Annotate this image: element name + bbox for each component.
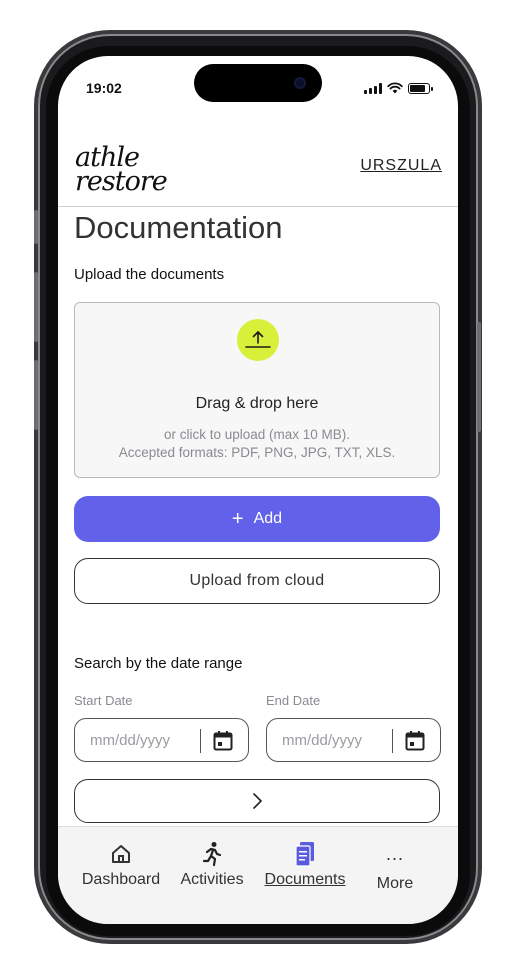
tab-activities-label: Activities bbox=[180, 871, 244, 888]
end-date-placeholder: mm/dd/yyyy bbox=[282, 732, 363, 749]
date-field-divider bbox=[200, 729, 201, 753]
tab-more[interactable]: ... More bbox=[370, 841, 420, 893]
tab-more-label: More bbox=[376, 875, 414, 892]
start-date-label: Start Date bbox=[74, 693, 133, 708]
phone-power-button bbox=[477, 322, 481, 432]
tab-dashboard[interactable]: Dashboard bbox=[76, 841, 166, 889]
app-screen: 19:02 athle restore URSZULA Documentatio… bbox=[58, 56, 458, 924]
start-date-placeholder: mm/dd/yyyy bbox=[90, 732, 171, 749]
tab-documents[interactable]: Documents bbox=[258, 841, 352, 889]
battery-icon bbox=[408, 82, 433, 94]
status-time: 19:02 bbox=[86, 80, 122, 96]
dropzone-title: Drag & drop here bbox=[195, 395, 319, 412]
tab-activities[interactable]: Activities bbox=[174, 841, 250, 889]
user-profile-link[interactable]: URSZULA bbox=[360, 157, 442, 175]
date-field-divider bbox=[392, 729, 393, 753]
dynamic-island bbox=[194, 64, 322, 102]
start-date-input[interactable]: mm/dd/yyyy bbox=[74, 718, 249, 762]
signal-icon bbox=[364, 82, 382, 94]
search-submit-button[interactable] bbox=[74, 779, 440, 823]
upload-from-cloud-button[interactable]: Upload from cloud bbox=[74, 558, 440, 604]
logo-line-2: restore bbox=[75, 166, 168, 197]
calendar-icon[interactable] bbox=[213, 730, 233, 752]
ellipsis-icon: ... bbox=[385, 844, 404, 864]
date-range-label: Search by the date range bbox=[74, 655, 243, 672]
upload-icon bbox=[237, 319, 279, 361]
calendar-icon[interactable] bbox=[405, 730, 425, 752]
end-date-label: End Date bbox=[266, 693, 321, 708]
camera-icon bbox=[294, 77, 306, 89]
wifi-icon bbox=[387, 82, 403, 94]
plus-icon: + bbox=[231, 508, 244, 530]
end-date-input[interactable]: mm/dd/yyyy bbox=[266, 718, 441, 762]
phone-volume-down bbox=[34, 360, 38, 430]
tab-dashboard-label: Dashboard bbox=[81, 871, 161, 888]
add-button-label: Add bbox=[253, 510, 283, 527]
document-icon bbox=[295, 842, 314, 867]
dropzone-hint-size: or click to upload (max 10 MB). bbox=[163, 427, 351, 442]
status-indicators bbox=[364, 82, 433, 94]
tab-documents-label: Documents bbox=[264, 871, 346, 888]
cloud-button-label: Upload from cloud bbox=[189, 572, 325, 589]
dropzone-hint-formats: Accepted formats: PDF, PNG, JPG, TXT, XL… bbox=[118, 445, 396, 460]
phone-side-button bbox=[34, 210, 38, 244]
chevron-right-icon bbox=[253, 793, 262, 809]
header-divider bbox=[58, 206, 458, 207]
upload-dropzone[interactable]: Drag & drop here or click to upload (max… bbox=[74, 302, 440, 478]
bottom-tab-bar: Dashboard Activities Documents ... More bbox=[58, 826, 458, 924]
home-icon bbox=[112, 845, 130, 863]
upload-section-label: Upload the documents bbox=[74, 266, 225, 283]
page-title: Documentation bbox=[74, 210, 283, 245]
running-icon bbox=[202, 842, 222, 867]
add-document-button[interactable]: + Add bbox=[74, 496, 440, 542]
phone-volume-up bbox=[34, 272, 38, 342]
app-logo[interactable]: athle restore bbox=[75, 144, 168, 197]
